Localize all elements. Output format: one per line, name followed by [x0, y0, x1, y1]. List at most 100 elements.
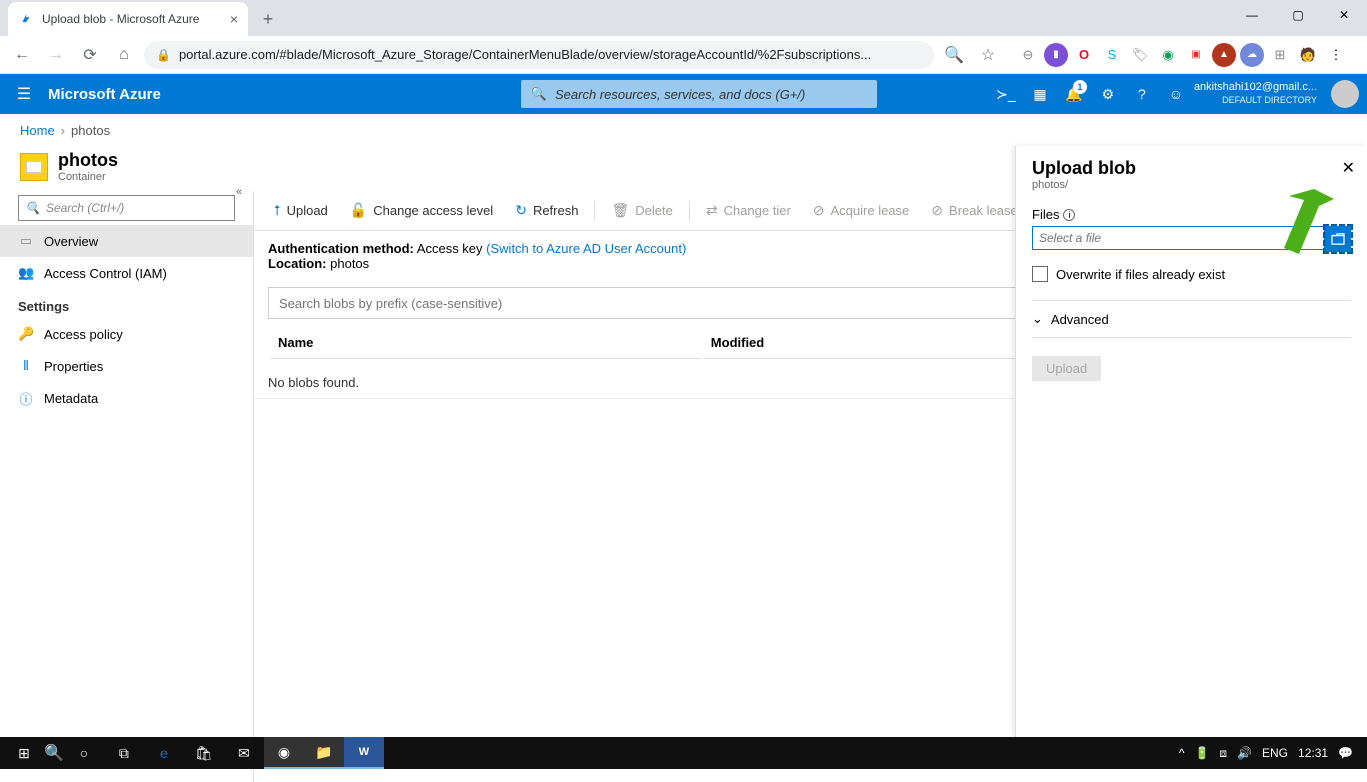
col-modified[interactable]: Modified	[703, 327, 1026, 359]
word-icon[interactable]: W	[344, 737, 384, 769]
refresh-button[interactable]: ↻Refresh	[505, 196, 588, 226]
ext-icon-9[interactable]: ☁	[1240, 43, 1264, 67]
directories-icon[interactable]: ▦	[1024, 74, 1056, 114]
azure-favicon	[18, 11, 34, 27]
user-email: ankitshahi102@gmail.c...	[1194, 81, 1317, 94]
url-field[interactable]: 🔒 portal.azure.com/#blade/Microsoft_Azur…	[144, 41, 934, 69]
browser-chrome: Upload blob - Microsoft Azure × + — ▢ ✕ …	[0, 0, 1367, 74]
back-button[interactable]: ←	[8, 41, 36, 69]
ext-icon-4[interactable]: S	[1100, 43, 1124, 67]
search-in-page-icon[interactable]: 🔍	[940, 41, 968, 69]
tier-icon: ⇄	[706, 202, 718, 219]
toolbar-separator	[594, 201, 595, 221]
search-icon: 🔍	[25, 201, 40, 215]
sidebar-item-access-policy[interactable]: 🔑 Access policy	[0, 318, 253, 350]
language-indicator[interactable]: ENG	[1262, 746, 1288, 760]
help-icon[interactable]: ?	[1126, 74, 1158, 114]
cortana-button[interactable]: ○	[64, 737, 104, 769]
user-avatar-icon[interactable]	[1331, 80, 1359, 108]
search-placeholder: Search resources, services, and docs (G+…	[555, 87, 805, 102]
auth-value: Access key	[417, 241, 483, 256]
search-button[interactable]: 🔍	[44, 743, 64, 763]
sidebar-search[interactable]: 🔍 Search (Ctrl+/)	[18, 195, 235, 221]
ext-icon-3[interactable]: O	[1072, 43, 1096, 67]
info-icon: ⓘ	[18, 389, 34, 408]
explorer-icon[interactable]: 📁	[304, 737, 344, 769]
chrome-menu-icon[interactable]: ⋮	[1324, 43, 1348, 67]
notifications-icon[interactable]: 🔔1	[1058, 74, 1090, 114]
switch-auth-link[interactable]: (Switch to Azure AD User Account)	[486, 241, 686, 256]
tray-chevron-icon[interactable]: ^	[1179, 746, 1185, 760]
overwrite-checkbox[interactable]: Overwrite if files already exist	[1032, 266, 1351, 282]
volume-icon[interactable]: 🔊	[1237, 746, 1252, 760]
cloud-shell-icon[interactable]: ≻_	[990, 74, 1022, 114]
key-icon: 🔑	[18, 326, 34, 342]
collapse-sidebar-icon[interactable]: «	[236, 186, 242, 198]
maximize-button[interactable]: ▢	[1275, 0, 1321, 30]
panel-close-icon[interactable]: ✕	[1342, 158, 1355, 178]
ext-icon-2[interactable]: ▮	[1044, 43, 1068, 67]
col-name[interactable]: Name	[270, 327, 701, 359]
breadcrumb: Home › photos	[0, 114, 1367, 146]
sidebar-item-iam[interactable]: 👥 Access Control (IAM)	[0, 257, 253, 289]
profile-avatar[interactable]: 🧑	[1296, 43, 1320, 67]
mail-icon[interactable]: ✉	[224, 737, 264, 769]
sidebar-search-placeholder: Search (Ctrl+/)	[46, 201, 124, 215]
browser-tab[interactable]: Upload blob - Microsoft Azure ×	[8, 2, 248, 36]
acquire-lease-button: ⊘Acquire lease	[803, 196, 920, 226]
extension-icons: ⊖ ▮ O S 🏷 ◉ ▣ ▲ ☁ ⊞ 🧑 ⋮	[1016, 43, 1348, 67]
wifi-icon[interactable]: ⧈	[1219, 746, 1227, 761]
file-select-input[interactable]	[1032, 226, 1325, 250]
user-account[interactable]: ankitshahi102@gmail.c... DEFAULT DIRECTO…	[1194, 81, 1323, 107]
forward-button[interactable]: →	[42, 41, 70, 69]
azure-search[interactable]: 🔍 Search resources, services, and docs (…	[521, 80, 877, 108]
browse-file-button[interactable]	[1325, 226, 1351, 252]
battery-icon[interactable]: 🔋	[1194, 746, 1209, 760]
ext-icon-6[interactable]: ◉	[1156, 43, 1180, 67]
minimize-button[interactable]: —	[1229, 0, 1275, 30]
file-select-row	[1032, 226, 1351, 252]
sidebar-item-overview[interactable]: ▭ Overview	[0, 225, 253, 257]
sidebar-section-settings: Settings	[0, 289, 253, 318]
overwrite-label: Overwrite if files already exist	[1056, 267, 1225, 282]
info-icon[interactable]: i	[1063, 209, 1075, 221]
task-view-button[interactable]: ⧉	[104, 737, 144, 769]
sidebar: 🔍 Search (Ctrl+/) ▭ Overview 👥 Access Co…	[0, 191, 254, 782]
action-center-icon[interactable]: 💬	[1338, 746, 1353, 760]
store-icon[interactable]: 🛍	[184, 737, 224, 769]
delete-button: 🗑Delete	[601, 196, 682, 226]
files-label: Files i	[1032, 207, 1351, 222]
tab-close-icon[interactable]: ×	[230, 11, 238, 27]
break-lease-button: ⊘Break lease	[921, 196, 1027, 226]
ext-icon-8[interactable]: ▲	[1212, 43, 1236, 67]
close-window-button[interactable]: ✕	[1321, 0, 1367, 30]
star-icon[interactable]: ☆	[974, 41, 1002, 69]
start-button[interactable]: ⊞	[4, 737, 44, 769]
upload-button[interactable]: ⭡Upload	[264, 196, 338, 226]
url-text: portal.azure.com/#blade/Microsoft_Azure_…	[179, 47, 871, 62]
home-button[interactable]: ⌂	[110, 41, 138, 69]
hamburger-menu[interactable]: ☰	[0, 84, 48, 104]
lock-icon: 🔓	[350, 202, 367, 219]
chevron-down-icon: ⌄	[1032, 311, 1043, 327]
advanced-toggle[interactable]: ⌄ Advanced	[1032, 300, 1351, 338]
edge-icon[interactable]: e	[144, 737, 184, 769]
new-tab-button[interactable]: +	[254, 5, 282, 33]
azure-brand[interactable]: Microsoft Azure	[48, 86, 181, 103]
checkbox-icon[interactable]	[1032, 266, 1048, 282]
lock-icon: 🔒	[156, 48, 171, 62]
reload-button[interactable]: ⟳	[76, 41, 104, 69]
change-access-button[interactable]: 🔓Change access level	[340, 196, 503, 226]
feedback-icon[interactable]: ☺	[1160, 74, 1192, 114]
ext-icon-10[interactable]: ⊞	[1268, 43, 1292, 67]
sidebar-item-metadata[interactable]: ⓘ Metadata	[0, 382, 253, 414]
sidebar-item-properties[interactable]: ⦀ Properties	[0, 350, 253, 382]
chrome-icon[interactable]: ◉	[264, 737, 304, 769]
ext-icon-1[interactable]: ⊖	[1016, 43, 1040, 67]
ext-icon-5[interactable]: 🏷	[1128, 43, 1152, 67]
settings-icon[interactable]: ⚙	[1092, 74, 1124, 114]
breadcrumb-sep: ›	[61, 123, 65, 138]
ext-icon-7[interactable]: ▣	[1184, 43, 1208, 67]
clock[interactable]: 12:31	[1298, 746, 1328, 760]
breadcrumb-home[interactable]: Home	[20, 123, 55, 138]
